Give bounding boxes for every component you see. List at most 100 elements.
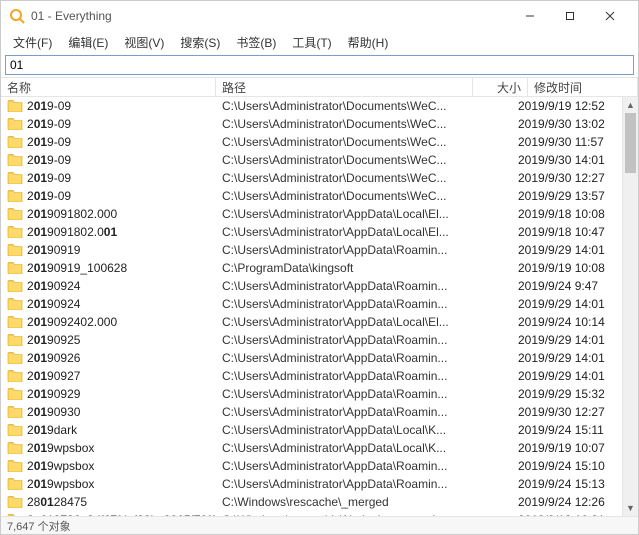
- list-item[interactable]: 20190926C:\Users\Administrator\AppData\R…: [1, 349, 622, 367]
- list-item[interactable]: 20190929C:\Users\Administrator\AppData\R…: [1, 385, 622, 403]
- menu-item-6[interactable]: 帮助(H): [340, 32, 397, 53]
- list-item[interactable]: 20190927C:\Users\Administrator\AppData\R…: [1, 367, 622, 385]
- item-date: 2019/9/30 11:57: [512, 135, 622, 149]
- window-titlebar: 01 - Everything: [1, 1, 638, 31]
- item-path: C:\Users\Administrator\Documents\WeC...: [216, 153, 457, 167]
- list-item[interactable]: 2019-09C:\Users\Administrator\Documents\…: [1, 187, 622, 205]
- scroll-down-button[interactable]: ▼: [623, 500, 638, 516]
- item-name: 2019-09: [1, 98, 216, 115]
- item-name: 2019dark: [1, 422, 216, 439]
- scrollbar-thumb[interactable]: [625, 113, 636, 173]
- list-item[interactable]: 280128475C:\Windows\rescache\_merged2019…: [1, 493, 622, 511]
- item-name: 2019wpsbox: [1, 458, 216, 475]
- list-item[interactable]: 20190919C:\Users\Administrator\AppData\R…: [1, 241, 622, 259]
- item-path: C:\Users\Administrator\Documents\WeC...: [216, 135, 457, 149]
- folder-icon: [7, 152, 23, 169]
- column-header-date[interactable]: 修改时间: [528, 78, 638, 96]
- item-path: C:\Users\Administrator\Documents\WeC...: [216, 189, 457, 203]
- item-name: 20190926: [1, 350, 216, 367]
- scroll-up-button[interactable]: ▲: [623, 97, 638, 113]
- item-date: 2019/9/18 10:47: [512, 225, 622, 239]
- folder-icon: [7, 134, 23, 151]
- list-item[interactable]: 2019091802.001C:\Users\Administrator\App…: [1, 223, 622, 241]
- item-name: 2019wpsbox: [1, 440, 216, 457]
- list-item[interactable]: 20190924C:\Users\Administrator\AppData\R…: [1, 295, 622, 313]
- column-header-path[interactable]: 路径: [216, 78, 473, 96]
- item-path: C:\Users\Administrator\AppData\Roamin...: [216, 387, 457, 401]
- list-item[interactable]: 2019wpsboxC:\Users\Administrator\AppData…: [1, 439, 622, 457]
- menu-item-3[interactable]: 搜索(S): [172, 32, 228, 53]
- item-date: 2019/9/30 14:01: [512, 153, 622, 167]
- folder-icon: [7, 296, 23, 313]
- menu-item-5[interactable]: 工具(T): [284, 32, 339, 53]
- list-item[interactable]: 2019-09C:\Users\Administrator\Documents\…: [1, 169, 622, 187]
- list-item[interactable]: 20190930C:\Users\Administrator\AppData\R…: [1, 403, 622, 421]
- folder-icon: [7, 188, 23, 205]
- item-date: 2019/9/29 15:32: [512, 387, 622, 401]
- folder-icon: [7, 260, 23, 277]
- folder-icon: [7, 494, 23, 511]
- item-date: 2019/9/30 13:02: [512, 117, 622, 131]
- item-path: C:\Users\Administrator\AppData\Roamin...: [216, 405, 457, 419]
- list-item[interactable]: 2019-09C:\Users\Administrator\Documents\…: [1, 151, 622, 169]
- list-item[interactable]: 20190924C:\Users\Administrator\AppData\R…: [1, 277, 622, 295]
- item-date: 2019/9/29 14:01: [512, 297, 622, 311]
- folder-icon: [7, 422, 23, 439]
- item-name: 2019-09: [1, 134, 216, 151]
- list-item[interactable]: 2019091802.000C:\Users\Administrator\App…: [1, 205, 622, 223]
- item-date: 2019/9/24 10:14: [512, 315, 622, 329]
- minimize-button[interactable]: [510, 2, 550, 30]
- list-item[interactable]: 2019092402.000C:\Users\Administrator\App…: [1, 313, 622, 331]
- list-item[interactable]: 2019-09C:\Users\Administrator\Documents\…: [1, 133, 622, 151]
- item-name: 2019091802.001: [1, 224, 216, 241]
- scrollbar-track[interactable]: [623, 113, 638, 500]
- list-item[interactable]: 2019-09C:\Users\Administrator\Documents\…: [1, 115, 622, 133]
- menu-item-1[interactable]: 编辑(E): [60, 32, 116, 53]
- list-item[interactable]: 2019darkC:\Users\Administrator\AppData\L…: [1, 421, 622, 439]
- list-item[interactable]: 2019wpsboxC:\Users\Administrator\AppData…: [1, 457, 622, 475]
- folder-icon: [7, 206, 23, 223]
- folder-icon: [7, 314, 23, 331]
- item-path: C:\Users\Administrator\Documents\WeC...: [216, 99, 457, 113]
- item-date: 2019/9/30 12:27: [512, 405, 622, 419]
- item-path: C:\Users\Administrator\AppData\Local\K..…: [216, 441, 457, 455]
- folder-icon: [7, 386, 23, 403]
- list-item[interactable]: 20190925C:\Users\Administrator\AppData\R…: [1, 331, 622, 349]
- folder-icon: [7, 242, 23, 259]
- column-header-size[interactable]: 大小: [473, 78, 528, 96]
- item-path: C:\Users\Administrator\AppData\Roamin...: [216, 369, 457, 383]
- search-input[interactable]: [5, 55, 634, 75]
- item-name: 2019092402.000: [1, 314, 216, 331]
- item-name: 20190924: [1, 296, 216, 313]
- folder-icon: [7, 116, 23, 133]
- item-path: C:\Users\Administrator\AppData\Roamin...: [216, 297, 457, 311]
- window-title: 01 - Everything: [31, 9, 510, 23]
- item-path: C:\Users\Administrator\Documents\WeC...: [216, 171, 457, 185]
- item-path: C:\ProgramData\kingsoft: [216, 261, 457, 275]
- item-date: 2019/9/29 14:01: [512, 351, 622, 365]
- item-date: 2019/9/24 15:11: [512, 423, 622, 437]
- vertical-scrollbar[interactable]: ▲ ▼: [622, 97, 638, 516]
- item-date: 2019/9/24 12:26: [512, 495, 622, 509]
- item-date: 2019/9/19 10:07: [512, 441, 622, 455]
- list-item[interactable]: 2019wpsboxC:\Users\Administrator\AppData…: [1, 475, 622, 493]
- menu-item-4[interactable]: 书签(B): [228, 32, 284, 53]
- item-name: 20190925: [1, 332, 216, 349]
- column-header-name[interactable]: 名称: [1, 78, 216, 96]
- item-date: 2019/9/19 10:08: [512, 261, 622, 275]
- menu-item-2[interactable]: 视图(V): [116, 32, 172, 53]
- app-icon: [9, 8, 25, 24]
- list-item[interactable]: 2019-09C:\Users\Administrator\Documents\…: [1, 97, 622, 115]
- folder-icon: [7, 404, 23, 421]
- close-button[interactable]: [590, 2, 630, 30]
- results-list[interactable]: 2019-09C:\Users\Administrator\Documents\…: [1, 97, 622, 516]
- item-path: C:\Windows\rescache\_merged: [216, 495, 457, 509]
- menu-item-0[interactable]: 文件(F): [5, 32, 60, 53]
- folder-icon: [7, 98, 23, 115]
- list-item[interactable]: 20190919_100628C:\ProgramData\kingsoft20…: [1, 259, 622, 277]
- folder-icon: [7, 170, 23, 187]
- item-path: C:\Users\Administrator\AppData\Roamin...: [216, 243, 457, 257]
- maximize-button[interactable]: [550, 2, 590, 30]
- column-headers: 名称 路径 大小 修改时间: [1, 77, 638, 97]
- item-name: 20190927: [1, 368, 216, 385]
